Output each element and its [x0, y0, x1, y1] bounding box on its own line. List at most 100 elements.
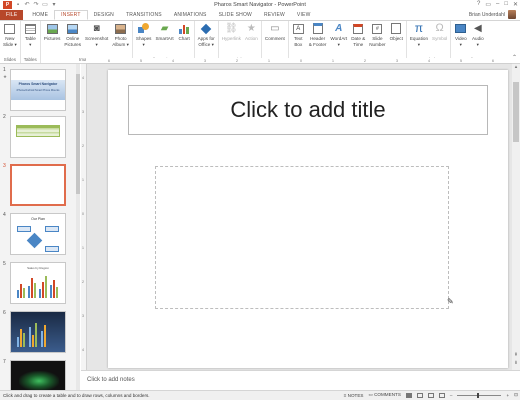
- ruler-tick-label: 1: [82, 246, 84, 250]
- tab-transitions[interactable]: TRANSITIONS: [120, 10, 168, 20]
- shapes-icon: [137, 22, 150, 35]
- scrollbar-thumb[interactable]: [76, 74, 80, 194]
- group-slides: New Slide ▾ Slides: [0, 21, 21, 63]
- apps-for-office-button[interactable]: Apps for Office ▾: [196, 22, 217, 47]
- save-icon[interactable]: ▪: [15, 2, 21, 8]
- thumb-subtitle: iPhone/Android Smart Phone Mounts: [16, 89, 60, 92]
- camera-icon: ◙: [93, 23, 100, 34]
- date-time-button[interactable]: Date & Time: [349, 22, 367, 47]
- quick-access-toolbar: P ▪ ↶ ↷ ▭ ▾: [0, 1, 57, 9]
- previous-slide-icon[interactable]: ⇞: [513, 352, 519, 358]
- group-symbols: π Equation ▾ Ω Symbol Symbols: [407, 21, 452, 63]
- ruler-tick-label: 2: [236, 59, 238, 63]
- help-icon[interactable]: ?: [477, 1, 480, 8]
- group-links: ⛓ Hyperlink ★ Action Links: [219, 21, 262, 63]
- ruler-tick-label: 3: [82, 314, 84, 318]
- normal-view-icon[interactable]: [405, 392, 412, 398]
- table-draw-area[interactable]: [155, 166, 449, 309]
- audio-button[interactable]: ◀ Audio ▾: [469, 22, 486, 47]
- title-placeholder[interactable]: Click to add title: [128, 85, 488, 135]
- header-footer-button[interactable]: Header & Footer: [307, 22, 329, 47]
- ruler-tick-label: 4: [172, 59, 174, 63]
- slide-number-button[interactable]: # Slide Number: [367, 22, 387, 47]
- slide-thumbnail-1[interactable]: Pharos Smart Navigator iPhone/Android Sm…: [10, 69, 66, 111]
- reading-view-icon[interactable]: [427, 392, 434, 398]
- wordart-button[interactable]: A WordArt ▾: [328, 22, 349, 47]
- slide-thumbnail-5[interactable]: Sales by Region: [10, 262, 66, 304]
- tab-slide-show[interactable]: SLIDE SHOW: [213, 10, 258, 20]
- tab-insert[interactable]: INSERT: [54, 10, 88, 20]
- notes-toggle-button[interactable]: ≡ NOTES: [344, 393, 364, 398]
- scrollbar-thumb[interactable]: [513, 82, 519, 142]
- user-account[interactable]: Brian Underdahl: [469, 10, 516, 19]
- tab-animations[interactable]: ANIMATIONS: [168, 10, 213, 20]
- slide-thumbnail-6[interactable]: [10, 311, 66, 353]
- group-tables: Table ▾ Tables: [21, 21, 41, 63]
- equation-button[interactable]: π Equation ▾: [408, 22, 430, 47]
- tab-design[interactable]: DESIGN: [88, 10, 120, 20]
- slide-thumbnail-2[interactable]: [10, 116, 66, 158]
- pictures-button[interactable]: Pictures: [42, 22, 63, 42]
- close-icon[interactable]: ✕: [513, 1, 518, 8]
- zoom-in-button[interactable]: +: [506, 393, 509, 398]
- fit-slide-icon[interactable]: ⊡: [514, 392, 518, 398]
- photo-album-button[interactable]: Photo Album ▾: [110, 22, 131, 47]
- ruler-tick-label: 2: [364, 59, 366, 63]
- next-slide-icon[interactable]: ⇟: [513, 360, 519, 366]
- slide-thumbnail-4[interactable]: Our Plan: [10, 213, 66, 255]
- action-button[interactable]: ★ Action: [243, 22, 260, 42]
- notes-pane[interactable]: Click to add notes: [81, 370, 520, 390]
- slide-sorter-view-icon[interactable]: [416, 392, 423, 398]
- hyperlink-button[interactable]: ⛓ Hyperlink: [220, 22, 243, 42]
- text-box-button[interactable]: A Text Box: [290, 22, 307, 47]
- ruler-tick-label: 4: [82, 348, 84, 352]
- object-button[interactable]: Object: [388, 22, 405, 42]
- group-label-slides: Slides: [3, 57, 17, 62]
- group-label-tables: Tables: [23, 57, 37, 62]
- smartart-button[interactable]: ▰ SmartArt: [153, 22, 175, 42]
- tab-view[interactable]: VIEW: [291, 10, 317, 20]
- screenshot-button[interactable]: ◙ Screenshot ▾: [83, 22, 110, 47]
- start-slideshow-icon[interactable]: ▭: [42, 2, 48, 8]
- ruler-tick-label: 5: [460, 59, 462, 63]
- avatar[interactable]: [508, 10, 516, 19]
- comment-button[interactable]: ▭ Comment: [263, 22, 287, 42]
- slide-thumbnail-7[interactable]: [10, 360, 66, 390]
- shapes-button[interactable]: Shapes ▾: [134, 22, 154, 47]
- omega-icon: Ω: [435, 22, 444, 34]
- ruler-tick-label: 2: [82, 280, 84, 284]
- zoom-out-button[interactable]: –: [450, 393, 453, 398]
- notes-placeholder[interactable]: Click to add notes: [87, 377, 135, 383]
- maximize-icon[interactable]: □: [504, 1, 508, 8]
- collapse-ribbon-icon[interactable]: ⌃: [512, 54, 517, 61]
- new-slide-button[interactable]: New Slide ▾: [1, 22, 19, 47]
- online-pictures-button[interactable]: Online Pictures: [62, 22, 83, 47]
- customize-qat-icon[interactable]: ▾: [51, 2, 57, 8]
- scroll-up-icon[interactable]: ▴: [513, 64, 519, 70]
- ruler-tick-label: 4: [82, 76, 84, 80]
- apps-for-office-icon: [200, 22, 213, 35]
- user-name[interactable]: Brian Underdahl: [469, 12, 505, 18]
- redo-icon[interactable]: ↷: [33, 2, 39, 8]
- video-icon: [454, 22, 467, 35]
- thumbnails-scrollbar[interactable]: [76, 64, 80, 390]
- table-button[interactable]: Table ▾: [22, 22, 39, 47]
- slide-canvas[interactable]: Click to add title ✎: [108, 70, 508, 368]
- group-illustrations: Shapes ▾ ▰ SmartArt Chart Illustrations: [133, 21, 195, 63]
- comments-toggle-button[interactable]: ▭ COMMENTS: [368, 392, 400, 398]
- group-apps: Apps for Office ▾ Apps: [195, 21, 219, 63]
- symbol-button[interactable]: Ω Symbol: [430, 22, 449, 42]
- tab-home[interactable]: HOME: [26, 10, 54, 20]
- tab-review[interactable]: REVIEW: [258, 10, 291, 20]
- slideshow-view-icon[interactable]: [438, 392, 445, 398]
- video-button[interactable]: Video ▾: [452, 22, 469, 47]
- zoom-slider-knob[interactable]: [477, 392, 480, 398]
- ribbon-display-options-icon[interactable]: ▭: [485, 1, 491, 8]
- slide-thumbnail-3[interactable]: [10, 164, 66, 206]
- zoom-slider[interactable]: [457, 392, 502, 398]
- tab-file[interactable]: FILE: [0, 10, 24, 20]
- undo-icon[interactable]: ↶: [24, 2, 30, 8]
- chart-button[interactable]: Chart: [176, 22, 193, 42]
- slide-scrollbar[interactable]: ▴ ⇞ ⇟: [512, 64, 520, 370]
- minimize-icon[interactable]: –: [496, 1, 499, 8]
